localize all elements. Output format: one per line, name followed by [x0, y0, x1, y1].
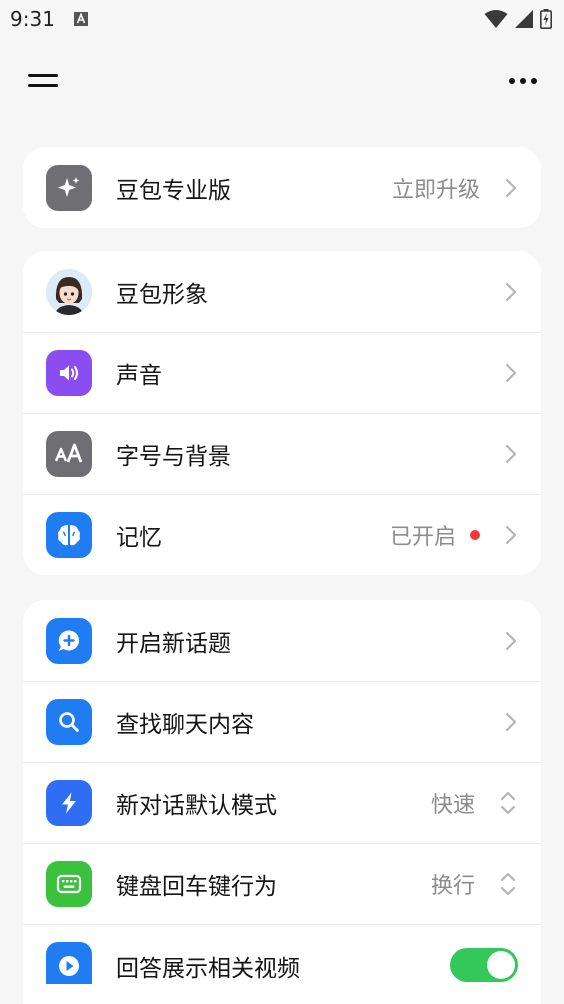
- chevron-right-icon: [505, 631, 517, 650]
- chat-plus-icon: [46, 617, 92, 664]
- enter-key-label: 键盘回车键行为: [116, 873, 277, 900]
- sound-row[interactable]: 声音: [23, 332, 541, 413]
- default-mode-label: 新对话默认模式: [116, 792, 277, 819]
- search-chat-label: 查找聊天内容: [116, 711, 254, 738]
- chevron-right-icon: [505, 525, 517, 544]
- chevron-right-icon: [505, 712, 517, 731]
- keyboard-indicator-icon: [74, 12, 88, 26]
- battery-icon: [540, 9, 552, 29]
- avatar-label: 豆包形象: [116, 281, 208, 308]
- new-topic-row[interactable]: 开启新话题: [23, 600, 541, 681]
- top-bar: [0, 58, 564, 104]
- updown-icon: [500, 872, 516, 895]
- settings-card: 豆包形象 声音 字号与背景 记忆 已开启: [23, 251, 541, 575]
- search-icon: [46, 698, 92, 745]
- search-chat-row[interactable]: 查找聊天内容: [23, 681, 541, 762]
- menu-icon[interactable]: [24, 64, 62, 98]
- new-topic-label: 开启新话题: [116, 630, 231, 657]
- pro-card: 豆包专业版 立即升级: [23, 147, 541, 228]
- enter-key-row[interactable]: 键盘回车键行为 换行: [23, 843, 541, 924]
- wifi-icon: [484, 10, 508, 28]
- related-video-toggle[interactable]: [450, 948, 518, 982]
- memory-status: 已开启: [389, 524, 456, 550]
- play-icon: [46, 942, 92, 984]
- memory-label: 记忆: [116, 524, 162, 551]
- status-bar: 9:31: [0, 0, 564, 38]
- more-icon[interactable]: [504, 66, 542, 96]
- enter-key-value: 换行: [430, 873, 475, 899]
- toggle-knob: [487, 951, 515, 979]
- brain-icon: [46, 511, 92, 558]
- speaker-icon: [46, 349, 92, 396]
- status-icons: [484, 9, 552, 29]
- default-mode-row[interactable]: 新对话默认模式 快速: [23, 762, 541, 843]
- sparkle-icon: [46, 164, 92, 211]
- pro-label: 豆包专业版: [116, 177, 231, 204]
- avatar-row[interactable]: 豆包形象: [23, 251, 541, 332]
- font-size-icon: [46, 430, 92, 477]
- signal-icon: [515, 10, 533, 28]
- related-video-row: 回答展示相关视频: [23, 924, 541, 1004]
- avatar-icon: [46, 268, 92, 315]
- default-mode-value: 快速: [430, 792, 475, 818]
- memory-row[interactable]: 记忆 已开启: [23, 494, 541, 575]
- status-time: 9:31: [10, 7, 55, 31]
- chevron-right-icon: [505, 444, 517, 463]
- chevron-right-icon: [505, 363, 517, 382]
- updown-icon: [500, 791, 516, 814]
- keyboard-icon: [46, 860, 92, 907]
- chevron-right-icon: [505, 282, 517, 301]
- upgrade-label: 立即升级: [391, 177, 480, 203]
- related-video-label: 回答展示相关视频: [116, 956, 300, 982]
- lightning-icon: [46, 779, 92, 826]
- pro-upgrade-row[interactable]: 豆包专业版 立即升级: [23, 147, 541, 228]
- notification-dot: [470, 529, 480, 540]
- font-background-row[interactable]: 字号与背景: [23, 413, 541, 494]
- font-background-label: 字号与背景: [116, 443, 231, 470]
- chevron-right-icon: [505, 178, 517, 197]
- chat-settings-card: 开启新话题 查找聊天内容 新对话默认模式 快速 键盘回车键行为 换行 回答展示相…: [23, 600, 541, 1004]
- sound-label: 声音: [116, 362, 162, 389]
